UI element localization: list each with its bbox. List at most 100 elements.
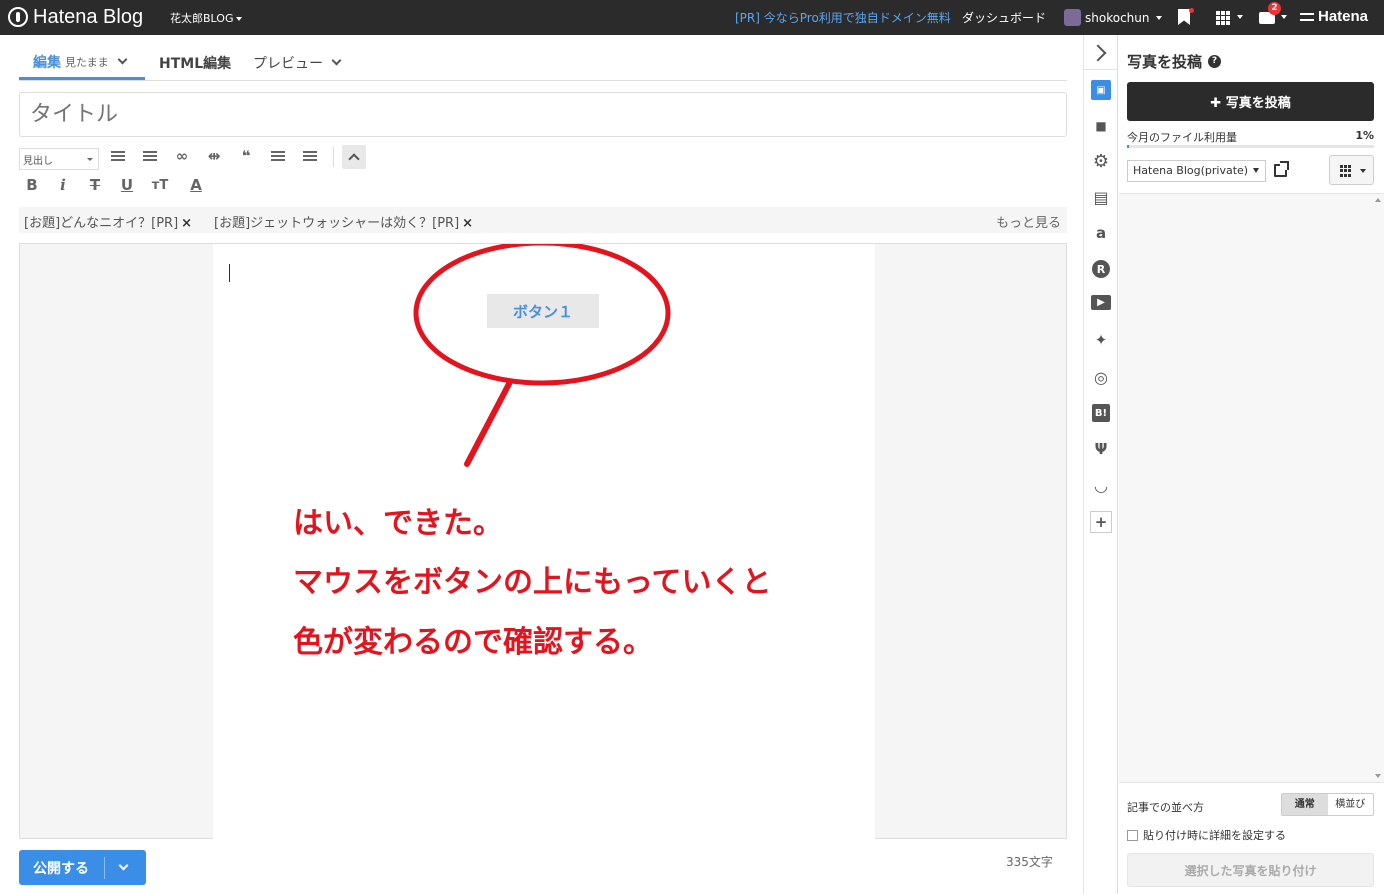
strikethrough-icon[interactable]: T [84,174,106,196]
topic-label: [お題]ジェットウォッシャーは効く？[PR] [214,216,460,231]
close-icon[interactable]: × [462,216,473,231]
plus-icon[interactable]: + [1090,511,1112,533]
hatena-mark-icon [1300,12,1314,21]
hatena-bookmark-icon[interactable]: B! [1092,404,1110,422]
sort-label: 記事での並べ方 [1127,801,1204,814]
panel-title: 写真を投稿 ? [1127,51,1222,72]
pr-link[interactable]: [PR] 今ならPro利用で独自ドメイン無料 [735,9,951,26]
topic-chip[interactable]: [お題]ジェットウォッシャーは効く？[PR] × [214,212,473,231]
chevron-down-icon [117,54,128,64]
photo-icon[interactable]: ▣ [1091,80,1111,100]
bold-button[interactable]: B [21,174,43,196]
underline-button[interactable]: U [116,174,138,196]
publish-button[interactable]: 公開する [19,850,146,885]
topic-suggestions: [お題]どんなニオイ？[PR] × [お題]ジェットウォッシャーは効く？[PR] ×… [19,207,1067,233]
editor-area[interactable]: ボタン１ はい、できた。 マウスをボタンの上にもっていくと 色が変わるので確認す… [19,243,1067,839]
usage-percent: 1% [1355,129,1374,142]
caret-down-icon [236,17,243,21]
restaurant-icon[interactable]: Ψ [1091,439,1111,459]
button-divider [104,856,105,879]
hatena-text: Hatena [1318,8,1369,25]
album-select[interactable]: Hatena Blog(private) [1127,160,1266,182]
view-mode-button[interactable] [1329,155,1374,185]
topic-chip[interactable]: [お題]どんなニオイ？[PR] × [24,212,192,231]
gear-icon[interactable]: ⚙ [1091,151,1111,172]
detail-setting-label: 貼り付け時に詳細を設定する [1143,829,1286,842]
amazon-icon[interactable]: a [1091,223,1111,243]
sidebar-icon-strip: ▣ ■ ⚙ ▤ a R ▶ ✦ ◎ B! Ψ ◡ + [1083,35,1118,894]
bullet-list-icon[interactable] [107,145,129,167]
heading-select[interactable]: 見出し [19,148,99,170]
instagram-icon[interactable]: ◎ [1091,367,1111,387]
annotation-line: マウスをボタンの上にもっていくと [293,565,772,600]
gallery-scrollbar[interactable] [1374,198,1382,778]
folder-icon[interactable]: ■ [1091,116,1111,136]
document-icon[interactable]: ▤ [1091,187,1111,207]
smile-icon[interactable]: ◡ [1091,475,1111,495]
title-input[interactable] [19,92,1067,137]
scroll-up-icon[interactable] [1375,198,1381,202]
caret-down-icon [1237,15,1243,19]
italic-button[interactable]: i [52,174,74,196]
external-link-icon[interactable] [1274,161,1289,177]
more-topics-link[interactable]: もっと見る [996,212,1061,231]
sort-normal-option[interactable]: 通常 [1282,794,1328,815]
panel-title-text: 写真を投稿 [1127,53,1203,71]
collapse-sidebar-button[interactable] [1084,35,1118,70]
rakuten-icon[interactable]: R [1092,260,1110,278]
sort-side-by-side-option[interactable]: 横並び [1328,794,1374,815]
chevron-down-icon[interactable] [118,860,129,870]
more-separator-icon[interactable]: ⇹ [203,145,225,167]
table-of-contents-icon[interactable] [267,145,289,167]
caret-down-icon [1281,15,1287,19]
blog-switcher[interactable]: 花太郎BLOG [170,10,243,26]
numbered-list-icon[interactable] [139,145,161,167]
youtube-icon[interactable]: ▶ [1091,295,1111,310]
twitter-icon[interactable]: ✦ [1091,330,1111,350]
annotation-line: 色が変わるので確認する。 [293,625,653,660]
callout-pointer [464,379,513,467]
user-menu[interactable]: shokochun [1064,9,1163,26]
character-count: 335文字 [1006,855,1053,869]
tab-preview[interactable]: プレビュー [253,46,342,80]
usage-progress-fill [1127,145,1130,148]
bookmark-dot [1189,8,1194,13]
link-icon[interactable]: ∞ [171,145,193,167]
upload-photo-button[interactable]: ✚ 写真を投稿 [1127,82,1374,121]
apps-grid-icon[interactable] [1216,11,1230,25]
hatena-logo-icon [8,7,28,27]
notification-badge: 2 [1268,2,1281,15]
caret-down-icon [1156,15,1163,20]
tab-edit[interactable]: 編集 見たまま [19,46,145,80]
text-color-button[interactable]: A [185,174,207,196]
hatena-blog-logo[interactable]: Hatena Blog [8,5,143,29]
tab-edit-label: 編集 [33,54,61,71]
editor-content[interactable]: ボタン１ はい、できた。 マウスをボタンの上にもっていくと 色が変わるので確認す… [213,244,875,839]
paste-photo-button[interactable]: 選択した写真を貼り付け [1127,853,1374,887]
footnote-icon[interactable] [299,145,321,167]
tab-edit-mode: 見たまま [65,55,109,69]
photo-gallery[interactable] [1119,193,1384,783]
detail-setting-checkbox[interactable] [1127,829,1138,841]
collapse-toolbar-button[interactable] [342,145,366,169]
avatar [1064,9,1081,26]
dashboard-link[interactable]: ダッシュボード [962,9,1046,26]
quote-icon[interactable]: ❝ [235,145,257,167]
sort-toggle: 通常 横並び [1281,793,1374,816]
close-icon[interactable]: × [181,216,192,231]
toolbar-divider [333,147,334,167]
global-header: Hatena Blog 花太郎BLOG [PR] 今ならPro利用で独自ドメイン… [0,0,1384,35]
detail-setting-row[interactable]: 貼り付け時に詳細を設定する [1127,827,1286,843]
sample-button[interactable]: ボタン１ [487,294,599,328]
help-icon[interactable]: ? [1208,55,1222,68]
tab-html-edit[interactable]: HTML編集 [159,46,231,80]
text-cursor [229,264,230,282]
annotation-line: はい、できた。 [293,506,503,541]
blog-name: 花太郎BLOG [170,12,234,25]
font-size-button[interactable]: тT [149,174,171,196]
logo-text: Hatena Blog [33,5,144,28]
scroll-down-icon[interactable] [1375,774,1381,778]
topic-label: [お題]どんなニオイ？[PR] [24,216,179,231]
photo-panel: 写真を投稿 ? ✚ 写真を投稿 今月のファイル利用量 1% Hatena Blo… [1119,35,1384,894]
hatena-link[interactable]: Hatena [1300,8,1368,25]
